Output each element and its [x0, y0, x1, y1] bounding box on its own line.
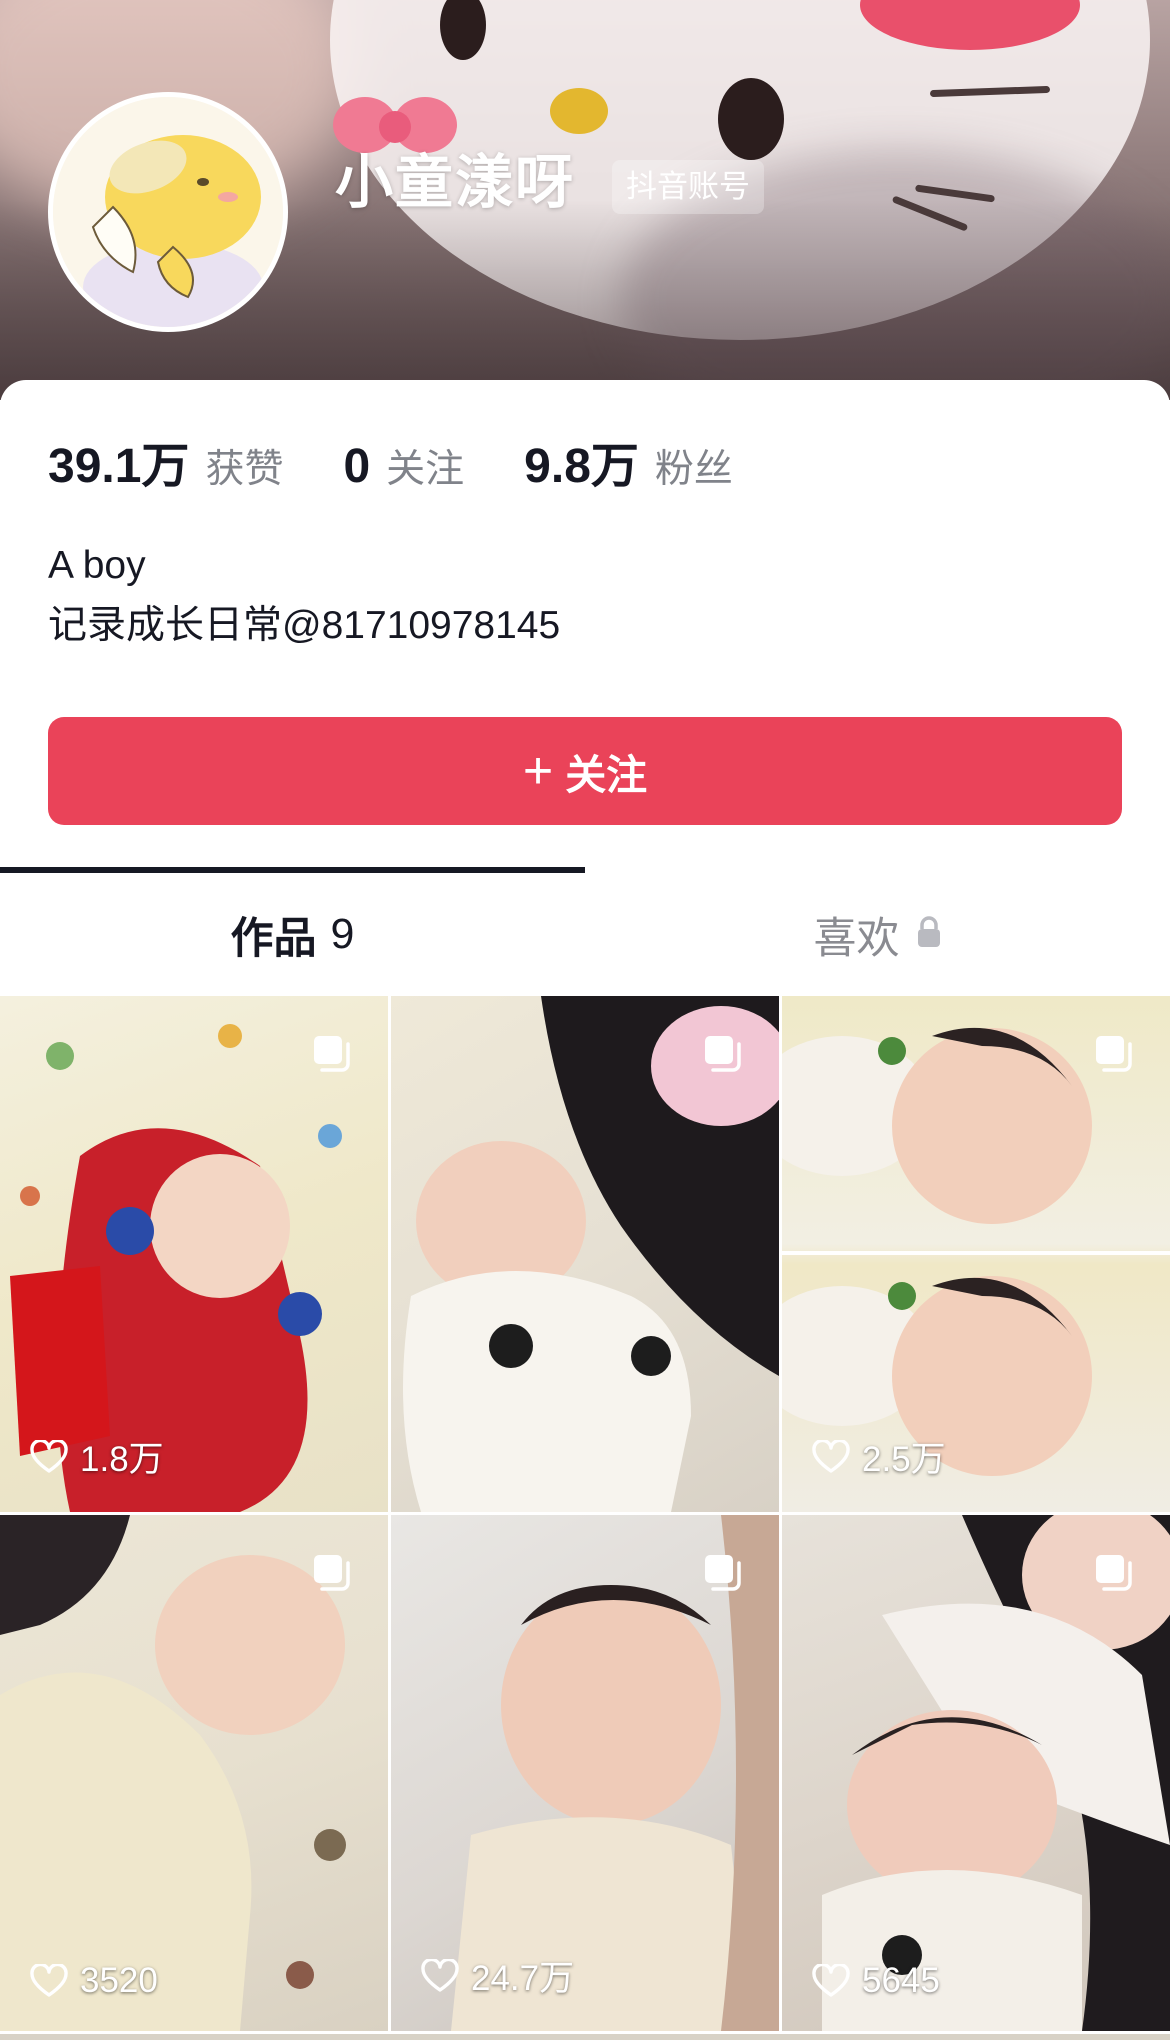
- bio-line-1: A boy: [48, 544, 146, 587]
- stat-following-label: 关注: [386, 448, 465, 491]
- stat-likes-value: 39.1万: [48, 440, 190, 493]
- bio-line-2: 记录成长日常@81710978145: [48, 604, 561, 647]
- stat-likes-label: 获赞: [205, 448, 284, 491]
- tab-active-indicator: [0, 867, 585, 873]
- heart-icon: [30, 1964, 68, 1997]
- post-thumbnail[interactable]: 3520: [0, 1515, 388, 2031]
- grid-next-row: [0, 2034, 1170, 2040]
- multi-image-icon: [703, 1553, 743, 1593]
- post-like-count-value: 5645: [862, 1961, 940, 2000]
- stat-following-value: 0: [343, 440, 371, 493]
- post-thumbnail[interactable]: 5645: [782, 1515, 1170, 2031]
- multi-image-icon: [1094, 1553, 1134, 1593]
- post-like-count-value: 1.8万: [80, 1440, 164, 1479]
- heart-icon: [421, 1958, 459, 1992]
- post-thumbnail[interactable]: [391, 996, 779, 1512]
- follow-button-label: 关注: [565, 752, 648, 798]
- heart-icon: [812, 1439, 850, 1473]
- username: 小童漾呀: [335, 150, 576, 215]
- stat-followers-value: 9.8万: [524, 440, 639, 493]
- multi-image-icon: [312, 1553, 352, 1593]
- post-like-count: 5645: [812, 1961, 940, 2001]
- stat-followers[interactable]: 9.8万 粉丝: [524, 426, 733, 496]
- heart-icon: [812, 1964, 850, 1997]
- heart-icon: [30, 1439, 68, 1473]
- follow-button[interactable]: + 关注: [48, 717, 1122, 825]
- tab-works-label: 作品: [230, 914, 317, 963]
- post-thumbnail[interactable]: 1.8万: [0, 996, 388, 1512]
- avatar[interactable]: [48, 92, 288, 332]
- stat-likes[interactable]: 39.1万 获赞: [48, 426, 283, 496]
- bio: A boy 记录成长日常@81710978145: [48, 536, 560, 656]
- stat-following[interactable]: 0 关注: [343, 438, 464, 494]
- post-thumbnail[interactable]: 24.7万: [391, 1515, 779, 2031]
- tab-likes-label: 喜欢: [813, 914, 900, 963]
- plus-icon: +: [522, 742, 554, 800]
- tab-works-count: 9: [330, 910, 355, 958]
- tab-works[interactable]: 作品 9: [0, 877, 585, 992]
- post-like-count-value: 24.7万: [471, 1959, 575, 1998]
- post-like-count-value: 2.5万: [862, 1440, 946, 1479]
- multi-image-icon: [1094, 1034, 1134, 1074]
- stat-followers-label: 粉丝: [654, 448, 733, 491]
- tab-bar: 作品 9 喜欢: [0, 877, 1170, 992]
- tab-likes[interactable]: 喜欢: [585, 877, 1170, 992]
- post-thumbnail[interactable]: 2.5万: [782, 996, 1170, 1512]
- account-badge[interactable]: 抖音账号: [612, 160, 764, 214]
- post-like-count: 24.7万: [421, 1950, 574, 2001]
- post-like-count: 3520: [30, 1961, 158, 2001]
- lock-icon: [916, 910, 942, 959]
- multi-image-icon: [703, 1034, 743, 1074]
- post-like-count: 1.8万: [30, 1431, 164, 1482]
- stats-row: 39.1万 获赞 0 关注 9.8万 粉丝: [48, 426, 793, 493]
- post-like-count-value: 3520: [80, 1961, 158, 2000]
- post-like-count: 2.5万: [812, 1431, 946, 1482]
- multi-image-icon: [312, 1034, 352, 1074]
